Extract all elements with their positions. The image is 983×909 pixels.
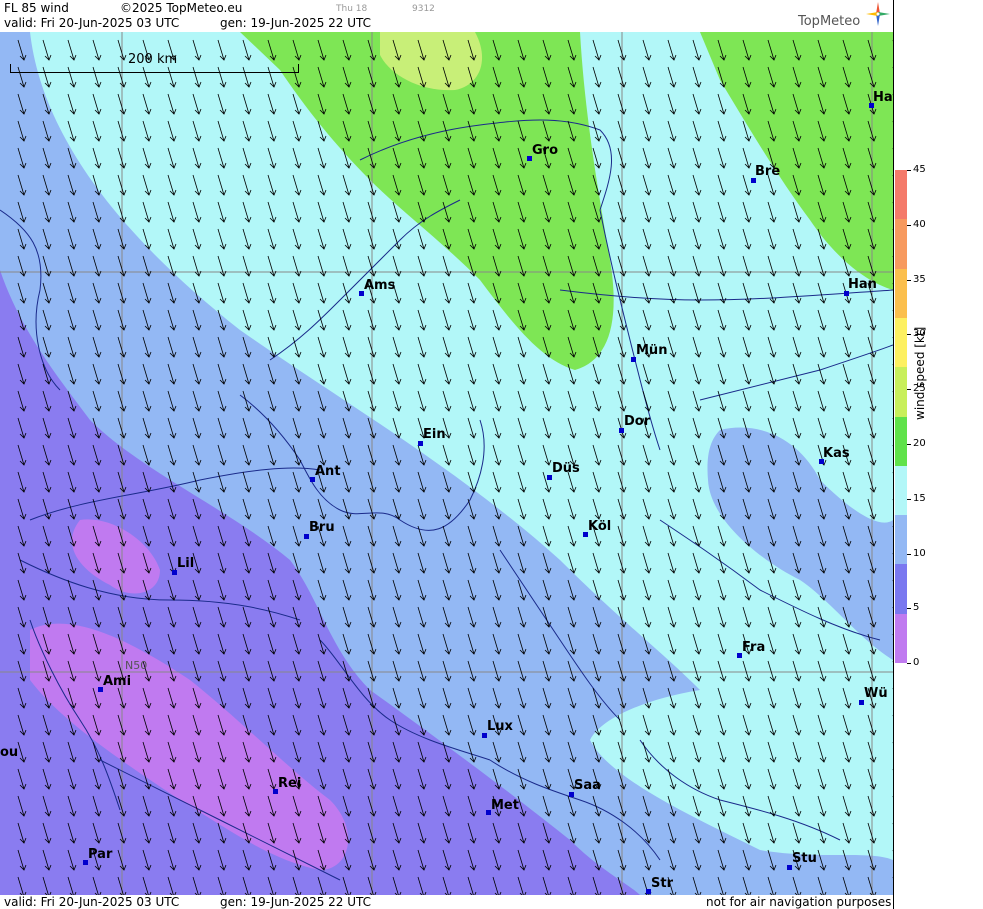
legend-tick-mark (907, 498, 911, 500)
legend-swatch (895, 465, 907, 516)
legend-tick-label: 5 (913, 602, 920, 614)
city-label: Par (88, 847, 113, 862)
city-label: Met (491, 798, 519, 813)
city-label: Fra (742, 640, 766, 655)
city-label: Ein (423, 427, 446, 442)
legend-tick-mark (907, 553, 911, 555)
city-label: Bre (755, 164, 781, 179)
legend-tick-label: 10 (913, 547, 926, 559)
legend-tick-label: 45 (913, 164, 926, 175)
product-title: FL 85 wind (4, 1, 69, 15)
latitude-label: N50 (125, 659, 148, 672)
legend-swatch (895, 613, 907, 664)
legend-swatch (895, 170, 907, 220)
legend-swatch (895, 515, 907, 565)
legend-tick-label: 40 (913, 218, 926, 230)
wind-map-canvas (0, 32, 893, 895)
legend-tick-mark (907, 170, 911, 171)
legend-swatch (895, 416, 907, 467)
legend-tick-mark (907, 608, 911, 610)
legend-swatch (895, 317, 907, 368)
city-label: Str (651, 876, 673, 891)
city-label: Dor (624, 414, 651, 429)
map-footer: valid: Fri 20-Jun-2025 03 UTC gen: 19-Ju… (0, 895, 893, 909)
city-label: Ams (364, 278, 396, 293)
city-label: Bru (309, 520, 335, 535)
legend-swatch (895, 367, 907, 417)
legend-color-bar (895, 170, 907, 664)
footer-valid-time: valid: Fri 20-Jun-2025 03 UTC (4, 895, 180, 909)
legend-title: wind speed [kt] (913, 326, 927, 420)
legend-swatch (895, 564, 907, 615)
footer-gen-time: gen: 19-Jun-2025 22 UTC (220, 895, 372, 909)
city-label: Lil (177, 556, 195, 571)
disclaimer: not for air navigation purposes (706, 895, 892, 909)
city-label: Mün (636, 343, 668, 358)
legend-divider (893, 0, 894, 909)
scale-label: 200 km (128, 52, 178, 67)
map-header: FL 85 wind ©2025 TopMeteo.eu valid: Fri … (0, 0, 893, 32)
city-label: Lux (487, 719, 513, 734)
legend-tick-mark (907, 444, 911, 445)
city-label: Saa (574, 778, 601, 793)
city-label: ou (0, 745, 19, 760)
city-label: Stu (792, 851, 817, 866)
valid-time: valid: Fri 20-Jun-2025 03 UTC (4, 16, 180, 30)
gen-time: gen: 19-Jun-2025 22 UTC (220, 16, 372, 30)
city-label: Rei (278, 776, 302, 791)
day-label: Thu 18 (336, 4, 368, 14)
legend-tick-label: 15 (913, 492, 926, 504)
city-label: Düs (552, 461, 580, 476)
city-label: Kas (823, 446, 850, 461)
legend-tick-mark (907, 334, 911, 336)
legend-swatch (895, 219, 907, 270)
city-label: Ha (873, 90, 893, 105)
legend-tick-label: 35 (913, 273, 926, 285)
city-label: Ant (315, 464, 341, 479)
wind-map[interactable]: 200 km N50 Ha Gro Bre Ams Han Mün Dor Ei… (0, 32, 893, 895)
city-label: Gro (532, 143, 559, 158)
legend-tick-mark (907, 224, 911, 226)
city-label: Köl (588, 519, 612, 534)
city-label: Han (848, 277, 877, 292)
legend-tick-mark (907, 389, 911, 391)
wind-speed-legend: 45 40 35 30 25 20 15 10 5 0 wind speed [kt] (893, 0, 983, 909)
legend-tick-mark (907, 663, 911, 665)
legend-swatch (895, 268, 907, 319)
code-label: 9312 (412, 4, 435, 14)
legend-tick-label: 0 (913, 657, 920, 669)
copyright: ©2025 TopMeteo.eu (120, 1, 243, 15)
city-label: Wü (864, 686, 888, 701)
legend-tick-label: 20 (913, 438, 926, 449)
legend-tick-mark (907, 279, 911, 281)
city-label: Ami (103, 674, 132, 689)
compass-logo-icon (866, 2, 890, 26)
